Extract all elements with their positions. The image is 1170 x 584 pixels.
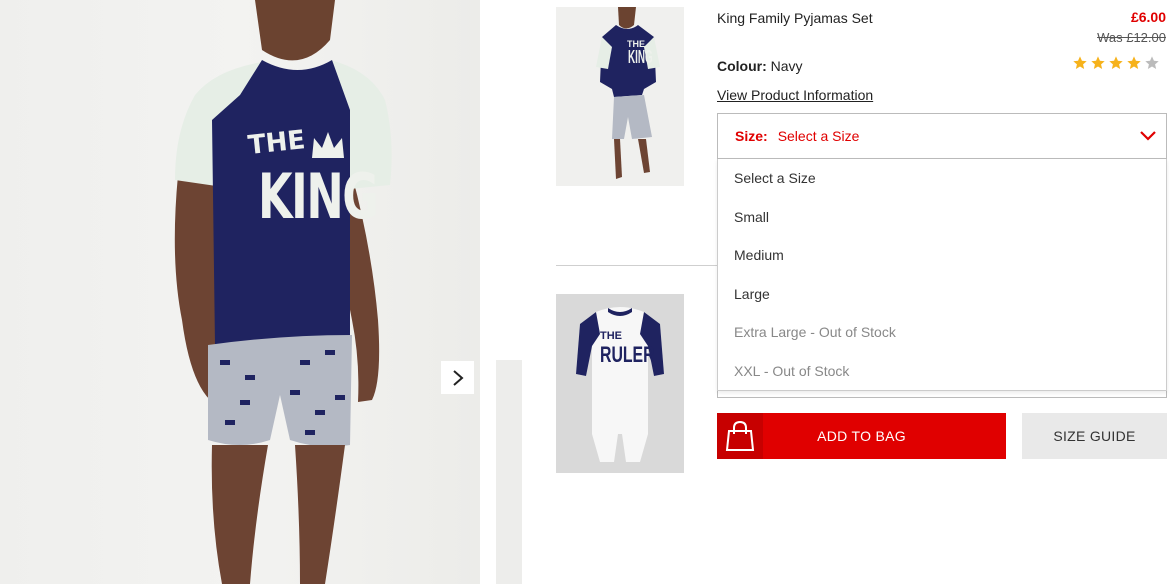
size-option[interactable]: Large bbox=[718, 275, 1166, 314]
size-option-out-of-stock: XXL - Out of Stock bbox=[734, 362, 850, 379]
babygrow-print-ruler: RULER bbox=[600, 342, 655, 367]
model-illustration bbox=[174, 0, 392, 584]
rating-stars bbox=[1072, 55, 1160, 71]
size-option[interactable]: Small bbox=[718, 198, 1166, 237]
star-icon bbox=[1127, 56, 1141, 69]
bag-icon-wrap bbox=[717, 413, 763, 459]
add-to-bag-button[interactable]: ADD TO BAG bbox=[717, 413, 1006, 459]
product-thumbnail-ruler[interactable]: THE RULER bbox=[556, 294, 684, 473]
shopping-bag-icon bbox=[725, 420, 755, 451]
size-guide-button[interactable]: SIZE GUIDE bbox=[1022, 413, 1167, 459]
chevron-right-icon bbox=[452, 369, 464, 386]
star-icon bbox=[1145, 56, 1159, 69]
size-guide-label: SIZE GUIDE bbox=[1053, 428, 1136, 444]
size-selected-value: Select a Size bbox=[777, 128, 860, 144]
size-dropdown: Select a Size Small Medium Large Extra L… bbox=[717, 159, 1167, 391]
shirt-print-the: THE bbox=[246, 125, 307, 161]
product-main-image: THE KING bbox=[0, 0, 480, 584]
thumbnail-illustration bbox=[596, 7, 660, 179]
product-thumbnail-king[interactable]: THE KING bbox=[556, 7, 684, 186]
colour-value: Navy bbox=[770, 58, 803, 74]
size-option[interactable]: Medium bbox=[718, 236, 1166, 275]
size-label: Size: bbox=[735, 128, 768, 144]
was-price: Was £12.00 bbox=[1097, 30, 1166, 45]
size-option-out-of-stock: Extra Large - Out of Stock bbox=[734, 324, 896, 341]
star-icon bbox=[1109, 56, 1123, 69]
shirt-print-king: KING bbox=[258, 160, 379, 233]
star-icon bbox=[1091, 56, 1105, 69]
babygrow-print-the: THE bbox=[600, 330, 622, 342]
size-option[interactable]: Select a Size bbox=[718, 159, 1166, 198]
gallery-edge bbox=[496, 360, 522, 584]
colour-info: Colour: Navy bbox=[717, 58, 803, 74]
add-to-bag-label: ADD TO BAG bbox=[817, 428, 906, 444]
view-product-info-link[interactable]: View Product Information bbox=[717, 87, 873, 103]
product-price: £6.00 bbox=[1130, 9, 1166, 25]
product-name: King Family Pyjamas Set bbox=[717, 10, 873, 26]
colour-label: Colour: bbox=[717, 58, 767, 74]
next-image-button[interactable] bbox=[441, 361, 474, 394]
size-select[interactable]: Size: Select a Size bbox=[717, 113, 1167, 159]
star-icon bbox=[1073, 56, 1087, 69]
babygrow-illustration bbox=[576, 307, 664, 462]
thumb-print-king: KING bbox=[628, 47, 653, 67]
chevron-down-icon bbox=[1140, 131, 1156, 141]
